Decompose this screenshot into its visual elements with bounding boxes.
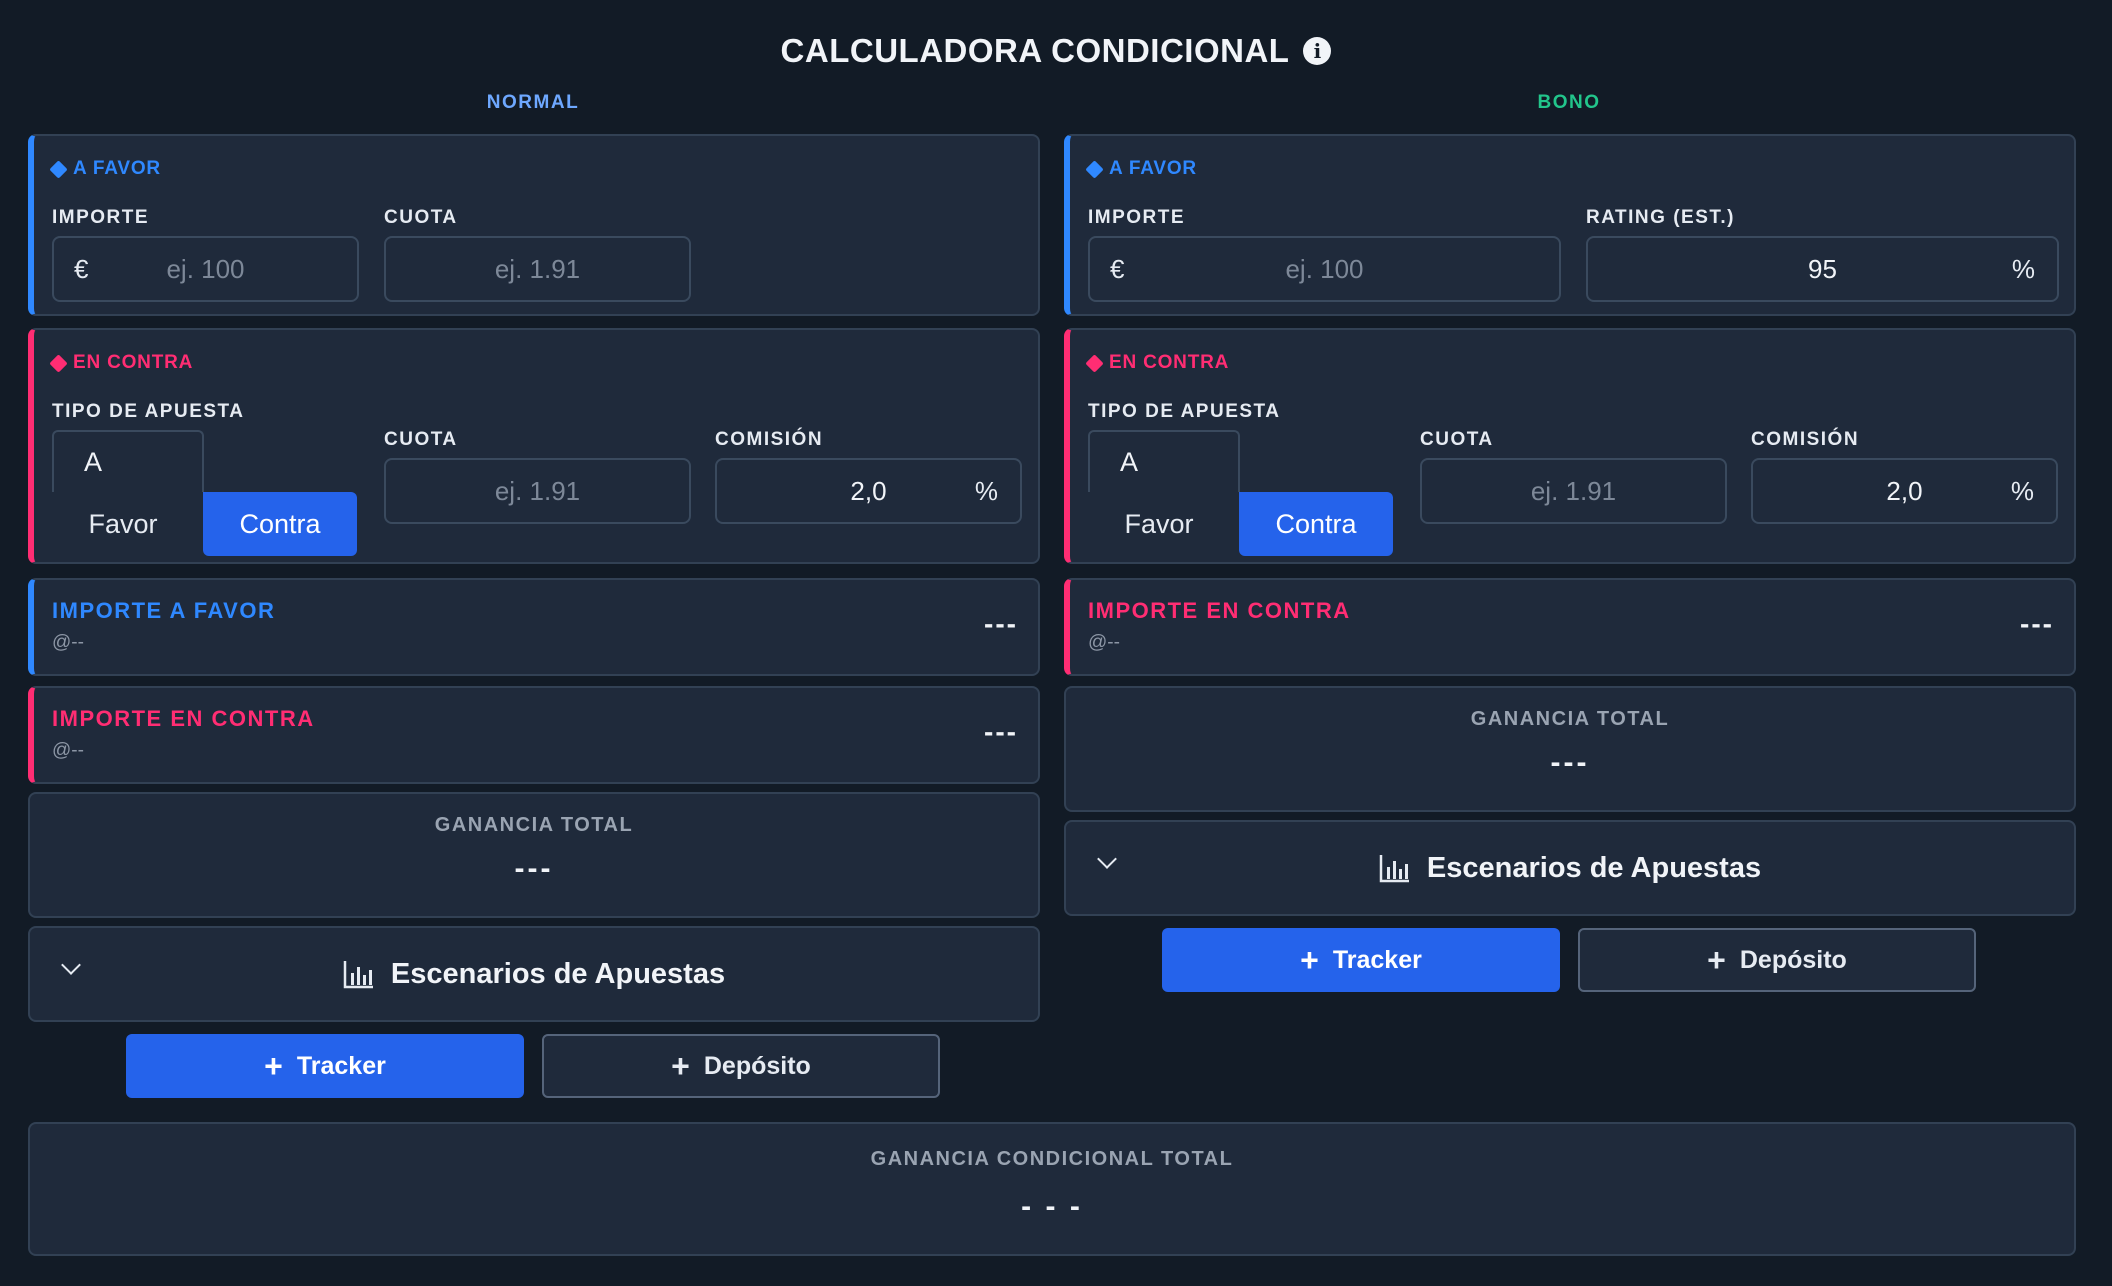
normal-deposito-button[interactable]: + Depósito [542,1034,940,1098]
normal-cuota-input[interactable]: ej. 1.91 [384,236,691,302]
diamond-icon [49,353,68,373]
bono-importe-contra-value: --- [2020,608,2054,639]
bono-contra-heading-text: EN CONTRA [1109,352,1230,373]
bono-importe-placeholder: ej. 100 [1285,253,1364,284]
normal-comision-label: COMISIÓN [715,429,824,450]
normal-tipo-contra-button[interactable]: Contra [203,492,357,556]
ganancia-condicional-value: - - - [1021,1190,1083,1223]
normal-importe-favor-label: IMPORTE A FAVOR [52,598,276,623]
bono-ganancia-card: GANANCIA TOTAL --- [1064,686,2076,812]
normal-cuota-label: CUOTA [384,207,458,228]
normal-favor-heading-text: A FAVOR [73,158,161,179]
normal-ganancia-value: --- [514,852,554,885]
bono-scenarios-label: Escenarios de Apuestas [1426,851,1762,884]
normal-contra-card: EN CONTRA TIPO DE APUESTA A Favor Contra… [28,328,1040,564]
normal-contra-heading-text: EN CONTRA [73,352,194,373]
bono-contra-card: EN CONTRA TIPO DE APUESTA A Favor Contra… [1064,328,2076,564]
normal-importe-contra-result: IMPORTE EN CONTRA @-- --- [28,686,1040,784]
normal-scenarios-toggle[interactable]: Escenarios de Apuestas [28,926,1040,1022]
normal-tipo-a: A [52,430,204,492]
normal-importe-favor-sub: @-- [52,632,84,653]
normal-importe-favor-result: IMPORTE A FAVOR @-- --- [28,578,1040,676]
normal-contra-cuota-label: CUOTA [384,429,458,450]
bono-importe-contra-result: IMPORTE EN CONTRA @-- --- [1064,578,2076,676]
plus-icon: + [671,1048,690,1084]
normal-favor-heading: A FAVOR [49,158,161,180]
normal-tipo-favor-button[interactable]: Favor [46,492,200,556]
percent-icon: % [974,475,998,506]
normal-tipo-label: TIPO DE APUESTA [52,401,245,422]
normal-scenarios-label: Escenarios de Apuestas [390,957,726,990]
bono-deposito-button[interactable]: + Depósito [1578,928,1976,992]
bono-contra-cuota-input[interactable]: ej. 1.91 [1420,458,1727,524]
ganancia-condicional-card: GANANCIA CONDICIONAL TOTAL - - - [28,1122,2076,1256]
ganancia-condicional-label: GANANCIA CONDICIONAL TOTAL [870,1148,1234,1170]
bono-rating-input[interactable]: 95 % [1586,236,2059,302]
bono-favor-heading-text: A FAVOR [1109,158,1197,179]
percent-icon: % [2010,475,2034,506]
plus-icon: + [1300,942,1319,978]
normal-importe-placeholder: ej. 100 [166,253,245,284]
normal-comision-input[interactable]: 2,0 % [715,458,1022,524]
percent-icon: % [2011,253,2035,284]
normal-ganancia-card: GANANCIA TOTAL --- [28,792,1040,918]
bono-favor-heading: A FAVOR [1085,158,1197,180]
normal-ganancia-label: GANANCIA TOTAL [434,814,634,836]
bono-scenarios-title: Escenarios de Apuestas [1066,822,2074,914]
plus-icon: + [1707,942,1726,978]
bono-scenarios-toggle[interactable]: Escenarios de Apuestas [1064,820,2076,916]
normal-importe-contra-sub: @-- [52,740,84,761]
normal-importe-label: IMPORTE [52,207,150,228]
bono-column-label: BONO [1537,92,1601,113]
bono-comision-label: COMISIÓN [1751,429,1860,450]
bono-rating-value: 95 [1808,253,1837,284]
normal-favor-card: A FAVOR IMPORTE € ej. 100 CUOTA ej. 1.91 [28,134,1040,316]
bono-favor-card: A FAVOR IMPORTE € ej. 100 RATING (EST.) … [1064,134,2076,316]
bono-importe-contra-label: IMPORTE EN CONTRA [1088,598,1351,623]
bar-chart-icon [343,961,373,989]
bono-deposito-label: Depósito [1739,945,1847,974]
bono-tracker-label: Tracker [1332,945,1422,974]
normal-importe-contra-value: --- [984,716,1018,747]
info-icon[interactable]: i [1303,37,1332,65]
bono-contra-cuota-label: CUOTA [1420,429,1494,450]
bono-tipo-favor-button[interactable]: Favor [1082,492,1236,556]
diamond-icon [49,159,68,179]
normal-importe-favor-value: --- [984,608,1018,639]
diamond-icon [1085,353,1104,373]
normal-importe-contra-label: IMPORTE EN CONTRA [52,706,315,731]
page-title: CALCULADORA CONDICIONAL [780,32,1290,69]
bono-rating-label: RATING (EST.) [1586,207,1735,228]
normal-tracker-button[interactable]: + Tracker [126,1034,524,1098]
bono-ganancia-value: --- [1550,746,1590,779]
bono-tipo-contra-button[interactable]: Contra [1239,492,1393,556]
bono-tracker-button[interactable]: + Tracker [1162,928,1560,992]
bono-tipo-a: A [1088,430,1240,492]
bono-contra-cuota-placeholder: ej. 1.91 [1530,475,1617,506]
bono-ganancia-label: GANANCIA TOTAL [1470,708,1670,730]
normal-contra-cuota-placeholder: ej. 1.91 [494,475,581,506]
normal-contra-cuota-input[interactable]: ej. 1.91 [384,458,691,524]
bono-importe-label: IMPORTE [1088,207,1186,228]
diamond-icon [1085,159,1104,179]
bono-contra-heading: EN CONTRA [1085,352,1230,374]
bono-comision-input[interactable]: 2,0 % [1751,458,2058,524]
bono-tipo-label: TIPO DE APUESTA [1088,401,1281,422]
normal-contra-heading: EN CONTRA [49,352,194,374]
normal-scenarios-title: Escenarios de Apuestas [30,928,1038,1020]
plus-icon: + [264,1048,283,1084]
normal-cuota-placeholder: ej. 1.91 [494,253,581,284]
normal-column-label: NORMAL [486,92,580,113]
euro-icon: € [1110,253,1125,284]
header: CALCULADORA CONDICIONAL i [0,26,2112,76]
normal-deposito-label: Depósito [703,1051,811,1080]
normal-importe-input[interactable]: € ej. 100 [52,236,359,302]
euro-icon: € [74,253,89,284]
bono-importe-contra-sub: @-- [1088,632,1120,653]
bar-chart-icon [1379,855,1409,883]
normal-tracker-label: Tracker [296,1051,386,1080]
bono-importe-input[interactable]: € ej. 100 [1088,236,1561,302]
